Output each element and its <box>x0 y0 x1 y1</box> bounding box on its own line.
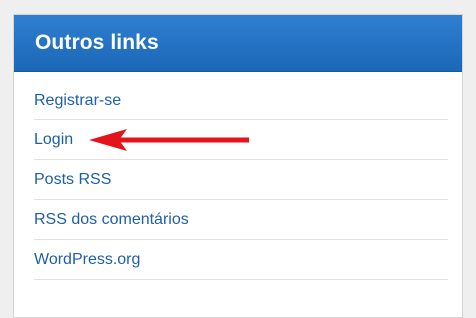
widget-title: Outros links <box>35 31 159 54</box>
login-link[interactable]: Login <box>34 131 73 149</box>
registrar-link[interactable]: Registrar-se <box>34 92 121 110</box>
rss-comentarios-link[interactable]: RSS dos comentários <box>34 211 189 229</box>
list-item-wordpress-org: WordPress.org <box>34 240 448 280</box>
red-arrow-icon <box>89 128 249 151</box>
page: Outros links Registrar-se Login Posts RS… <box>0 0 476 318</box>
outros-links-widget: Outros links Registrar-se Login Posts RS… <box>13 14 463 318</box>
list-item-rss-comentarios: RSS dos comentários <box>34 200 448 240</box>
widget-header: Outros links <box>14 15 462 72</box>
wordpress-org-link[interactable]: WordPress.org <box>34 251 140 269</box>
posts-rss-link[interactable]: Posts RSS <box>34 171 111 189</box>
list-item-posts-rss: Posts RSS <box>34 160 448 200</box>
list-item-login: Login <box>34 120 448 160</box>
link-list: Registrar-se Login Posts RSS RSS dos com… <box>14 82 462 280</box>
list-item-registrar: Registrar-se <box>34 82 448 120</box>
